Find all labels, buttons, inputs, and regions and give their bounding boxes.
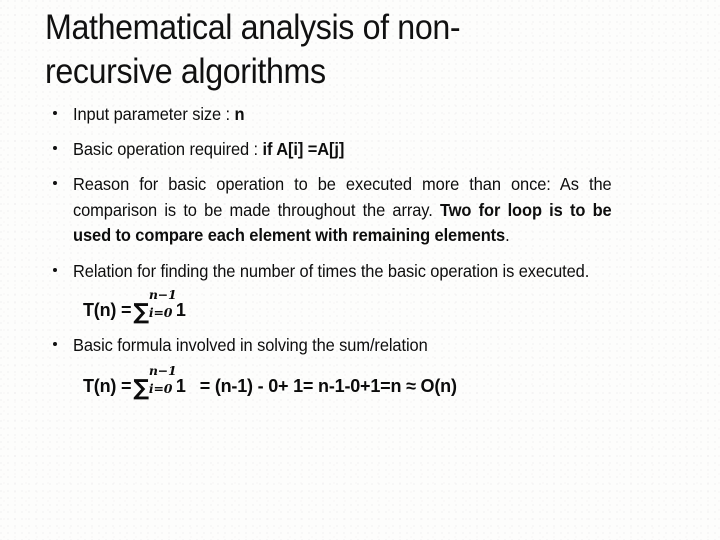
formula-result-expression: = (n-1) - 0+ 1= n-1-0+1=n ≈ O(n): [199, 375, 457, 396]
bullet-plain-text: Basic formula involved in solving the su…: [73, 335, 428, 355]
bullet-item-input-parameter-size: Input parameter size : n: [0, 102, 720, 128]
bullet-item-reason-for-basic-operation: Reason for basic operation to be execute…: [0, 172, 720, 249]
bullet-bold-text: n: [234, 104, 245, 124]
summation-upper-limit: n−1: [148, 287, 177, 302]
bullet-dot-icon: [53, 342, 57, 346]
bullet-plain-text: Relation for finding the number of times…: [73, 260, 590, 281]
formula-summation-solved: T(n) =∑ n−1 i=0 1 = (n-1) - 0+ 1= n-1-0+1=n …: [0, 364, 720, 401]
bullet-text: Input parameter size : n: [73, 102, 612, 128]
bullet-dot-icon: [53, 181, 57, 185]
sigma-glyph: ∑: [133, 300, 149, 325]
slide-canvas: Mathematical analysis of non- recursive …: [0, 0, 720, 540]
summation-upper-limit: n−1: [148, 362, 177, 378]
summation-limits: n−1 i=0: [148, 288, 177, 320]
formula-lhs: T(n) =: [83, 375, 132, 396]
bullet-dot-icon: [53, 111, 57, 115]
summation-symbol: ∑ n−1 i=0: [133, 364, 177, 401]
bullet-item-basic-operation-required: Basic operation required : if A[i] =A[j]: [0, 137, 720, 163]
summation-lower-limit: i=0: [148, 305, 173, 320]
sigma-glyph: ∑: [133, 375, 149, 401]
bullet-item-relation-for-finding-number-of-times: Relation for finding the number of times…: [0, 259, 720, 285]
summation-lower-limit: i=0: [148, 380, 173, 396]
bullet-plain-text: Input parameter size :: [73, 104, 235, 124]
bullet-item-basic-formula-involved: Basic formula involved in solving the su…: [0, 333, 720, 359]
bullet-trail-text: .: [505, 225, 510, 245]
formula-summation-definition: T(n) =∑ n−1 i=0 1: [0, 288, 720, 325]
slide-title-line-1: Mathematical analysis of non-: [45, 8, 461, 47]
bullet-text: Basic formula involved in solving the su…: [73, 333, 612, 359]
bullet-text: Basic operation required : if A[i] =A[j]: [73, 137, 612, 163]
bullet-text: Reason for basic operation to be execute…: [73, 172, 612, 249]
summation-symbol: ∑ n−1 i=0: [133, 288, 177, 325]
bullet-text: Relation for finding the number of times…: [73, 259, 612, 285]
summation-limits: n−1 i=0: [148, 364, 177, 396]
bullet-dot-icon: [53, 145, 57, 150]
slide-body: Input parameter size : n Basic operation…: [0, 100, 720, 400]
formula-lhs: T(n) =: [83, 300, 132, 320]
formula-summand: 1: [175, 300, 186, 320]
bullet-plain-text: Basic operation required :: [73, 138, 263, 159]
bullet-bold-text: if A[i] =A[j]: [262, 138, 345, 159]
slide-title: Mathematical analysis of non- recursive …: [45, 6, 634, 94]
slide-title-line-2: recursive algorithms: [45, 52, 326, 91]
formula-summand: 1: [175, 375, 186, 396]
bullet-dot-icon: [53, 267, 57, 272]
